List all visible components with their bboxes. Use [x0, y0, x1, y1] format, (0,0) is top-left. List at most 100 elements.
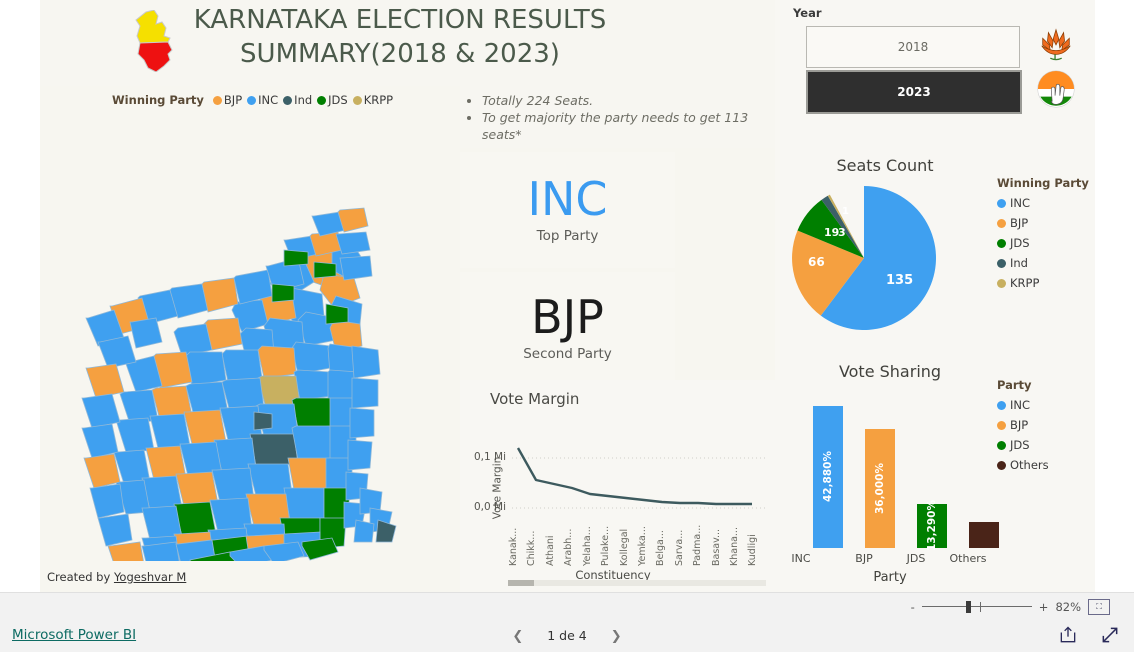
second-party-label: Second Party [523, 346, 612, 362]
vote-margin-scrollbar-track[interactable] [508, 580, 766, 586]
info-bullet-1: To get majority the party needs to get 1… [482, 109, 775, 143]
prev-page-icon[interactable]: ❮ [512, 629, 523, 644]
seats-swatch-krpp-icon [997, 278, 1006, 288]
share-icon[interactable] [1058, 625, 1078, 645]
fullscreen-icon[interactable] [1100, 625, 1120, 645]
bar-tick-bjp: BJP [855, 552, 873, 565]
zoom-toolbar: - + 82% ⛶ [0, 592, 1134, 622]
legend-swatch-bjp-icon [212, 95, 222, 105]
party-legend-item-inc[interactable]: INC [997, 398, 1049, 412]
party-legend-item-others[interactable]: Others [997, 458, 1049, 472]
credit-author-link[interactable]: Yogeshvar M [114, 570, 186, 584]
seats-legend-label-ind: Ind [1010, 256, 1028, 270]
bar-inc[interactable]: 42,880% [813, 406, 843, 548]
vote-margin-x-ticks: Kanak... Chikk... Athani Arabh... Yelaha… [508, 508, 766, 566]
second-party-card: BJP Second Party [460, 272, 675, 382]
x-tick-6: Kollegal [618, 528, 630, 566]
map-svg [81, 207, 397, 561]
x-tick-2: Athani [544, 535, 556, 566]
bar-others[interactable] [969, 522, 999, 548]
seats-legend-item-krpp[interactable]: KRPP [997, 276, 1089, 290]
x-tick-7: Yemka... [636, 526, 648, 566]
legend-swatch-jds-icon [317, 95, 327, 105]
map-legend-item-krpp[interactable]: KRPP [352, 93, 393, 107]
zoom-controls: - + 82% ⛶ [911, 593, 1110, 621]
party-legend-item-bjp[interactable]: BJP [997, 418, 1049, 432]
seats-count-legend: Winning Party INC BJP JDS Ind KRPP [997, 176, 1089, 296]
vote-sharing-x-axis-label: Party [873, 570, 907, 585]
x-tick-9: Sarva... [673, 529, 685, 566]
map-legend-item-bjp[interactable]: BJP [212, 93, 242, 107]
party-legend-item-jds[interactable]: JDS [997, 438, 1049, 452]
page-navigation: ❮ 1 de 4 ❯ [0, 628, 1134, 644]
x-tick-4: Yelaha... [581, 526, 593, 566]
bar-jds[interactable]: 13,290% [917, 500, 947, 552]
svg-text:3: 3 [838, 226, 846, 239]
bar-bjp[interactable]: 36,000% [865, 429, 895, 548]
map-legend-item-jds[interactable]: JDS [317, 93, 348, 107]
seats-legend-item-ind[interactable]: Ind [997, 256, 1089, 270]
year-option-2018-label: 2018 [897, 40, 929, 54]
seats-legend-item-bjp[interactable]: BJP [997, 216, 1089, 230]
zoom-slider-thumb[interactable] [965, 601, 971, 613]
party-swatch-bjp-icon [997, 420, 1006, 430]
page-title: KARNATAKA ELECTION RESULTS SUMMARY(2018 … [100, 3, 700, 71]
vote-sharing-chart[interactable]: Vote Sharing 42,880% 36,000% 13,290% INC… [775, 358, 1095, 592]
map-legend-item-ind[interactable]: Ind [283, 93, 312, 107]
info-bullet-list: Totally 224 Seats. To get majority the p… [460, 92, 775, 143]
year-slicer-title: Year [793, 6, 822, 20]
seats-count-chart[interactable]: Seats Count 135 66 19 3 1 Winning Party … [775, 148, 1095, 358]
info-notes-box: Totally 224 Seats. To get majority the p… [460, 86, 775, 148]
credit-prefix: Created by [47, 570, 114, 584]
fit-to-page-icon[interactable]: ⛶ [1088, 599, 1110, 615]
x-tick-13: Kudligi [747, 534, 759, 566]
map-legend-label-inc: INC [258, 93, 279, 107]
zoom-slider-rail [921, 606, 1032, 607]
party-swatch-inc-icon [997, 400, 1006, 410]
bar-tick-others: Others [949, 552, 987, 565]
seats-swatch-ind-icon [997, 258, 1006, 268]
page-indicator-label: 1 de 4 [547, 628, 587, 643]
report-canvas: KARNATAKA ELECTION RESULTS SUMMARY(2018 … [40, 0, 1095, 592]
page-title-line1: KARNATAKA ELECTION RESULTS [193, 5, 607, 35]
x-tick-10: Padma... [692, 524, 704, 566]
svg-text:135: 135 [886, 273, 913, 288]
page-title-line2: SUMMARY(2018 & 2023) [240, 39, 560, 69]
seats-legend-label-jds: JDS [1010, 236, 1030, 250]
map-legend-item-inc[interactable]: INC [247, 93, 278, 107]
seats-legend-item-jds[interactable]: JDS [997, 236, 1089, 250]
party-legend-title: Party [997, 378, 1032, 392]
year-option-2023[interactable]: 2023 [806, 70, 1022, 114]
bar-bjp-value: 36,000% [874, 462, 886, 515]
vote-sharing-legend: Party INC BJP JDS Others [997, 378, 1049, 478]
seats-legend-label-inc: INC [1010, 196, 1031, 210]
party-legend-label-bjp: BJP [1010, 418, 1029, 432]
x-tick-3: Arabh... [563, 528, 575, 566]
zoom-slider[interactable] [921, 601, 1032, 613]
vote-margin-ytick-0: 0,0 Mi [474, 501, 507, 513]
bar-inc-value: 42,880% [822, 451, 834, 503]
map-legend-label-ind: Ind [294, 93, 313, 107]
year-option-2018[interactable]: 2018 [806, 26, 1020, 68]
x-tick-5: Pulake... [600, 525, 612, 566]
vote-margin-scrollbar-thumb[interactable] [508, 580, 534, 586]
bjp-lotus-logo [1041, 28, 1071, 61]
bar-tick-inc: INC [791, 552, 811, 565]
zoom-slider-midtick [979, 602, 981, 612]
next-page-icon[interactable]: ❯ [611, 629, 622, 644]
vote-margin-chart[interactable]: Vote Margin Vote Margin 0,1 Mi 0,0 Mi Ka… [460, 380, 800, 592]
seats-count-title: Seats Count [836, 156, 934, 175]
karnataka-choropleth-map[interactable] [40, 106, 460, 561]
svg-text:66: 66 [808, 255, 825, 269]
zoom-out-button[interactable]: - [911, 600, 915, 614]
x-tick-11: Basav... [710, 528, 722, 566]
seats-legend-item-inc[interactable]: INC [997, 196, 1089, 210]
x-tick-12: Khana... [729, 527, 741, 566]
report-header: KARNATAKA ELECTION RESULTS SUMMARY(2018 … [40, 0, 775, 86]
party-legend-label-inc: INC [1010, 398, 1031, 412]
zoom-in-button[interactable]: + [1039, 600, 1049, 614]
year-slicer: Year 2018 2023 [775, 0, 1095, 148]
party-legend-label-others: Others [1010, 458, 1049, 472]
vote-margin-ytick-1: 0,1 Mi [474, 451, 507, 463]
bar-jds-value: 13,290% [926, 500, 938, 552]
